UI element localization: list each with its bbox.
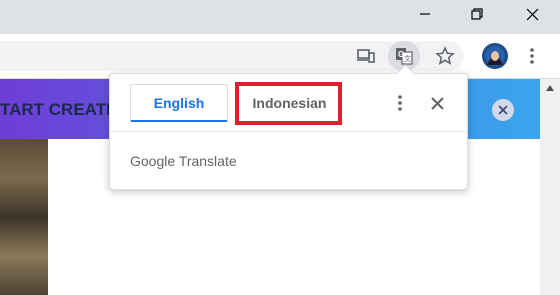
window-titlebar: [0, 0, 560, 34]
menu-button[interactable]: [524, 46, 540, 66]
banner-text: TART CREATI: [0, 100, 111, 119]
annotation-highlight-box: [235, 82, 342, 125]
scroll-up-button[interactable]: [540, 79, 560, 97]
close-icon: [526, 8, 538, 20]
close-icon: [430, 96, 444, 110]
translate-bubble: English Indonesian Google Translate: [109, 64, 468, 190]
more-vertical-icon: [530, 48, 534, 64]
cast-device-icon[interactable]: [355, 46, 377, 66]
page-image: [0, 139, 48, 295]
banner-close-button[interactable]: [492, 99, 514, 121]
close-bubble-button[interactable]: [425, 91, 449, 115]
triangle-up-icon: [546, 85, 554, 91]
close-window-button[interactable]: [507, 0, 557, 28]
avatar-icon: [482, 43, 508, 69]
bookmark-star-button[interactable]: [434, 45, 456, 67]
minimize-icon: [420, 13, 430, 15]
vertical-scrollbar[interactable]: [540, 79, 560, 295]
more-vertical-icon: [398, 95, 402, 111]
restore-icon: [471, 8, 483, 20]
bubble-divider: [110, 131, 467, 132]
minimize-button[interactable]: [400, 0, 450, 28]
star-icon: [435, 46, 455, 65]
close-icon: [498, 105, 508, 115]
google-translate-icon: G 文: [396, 48, 413, 65]
svg-text:文: 文: [404, 54, 411, 63]
translate-options-button[interactable]: [388, 91, 412, 115]
profile-avatar[interactable]: [481, 42, 509, 70]
tab-source-language[interactable]: English: [130, 84, 228, 122]
restore-button[interactable]: [452, 0, 502, 28]
google-translate-label: Google Translate: [130, 153, 237, 169]
